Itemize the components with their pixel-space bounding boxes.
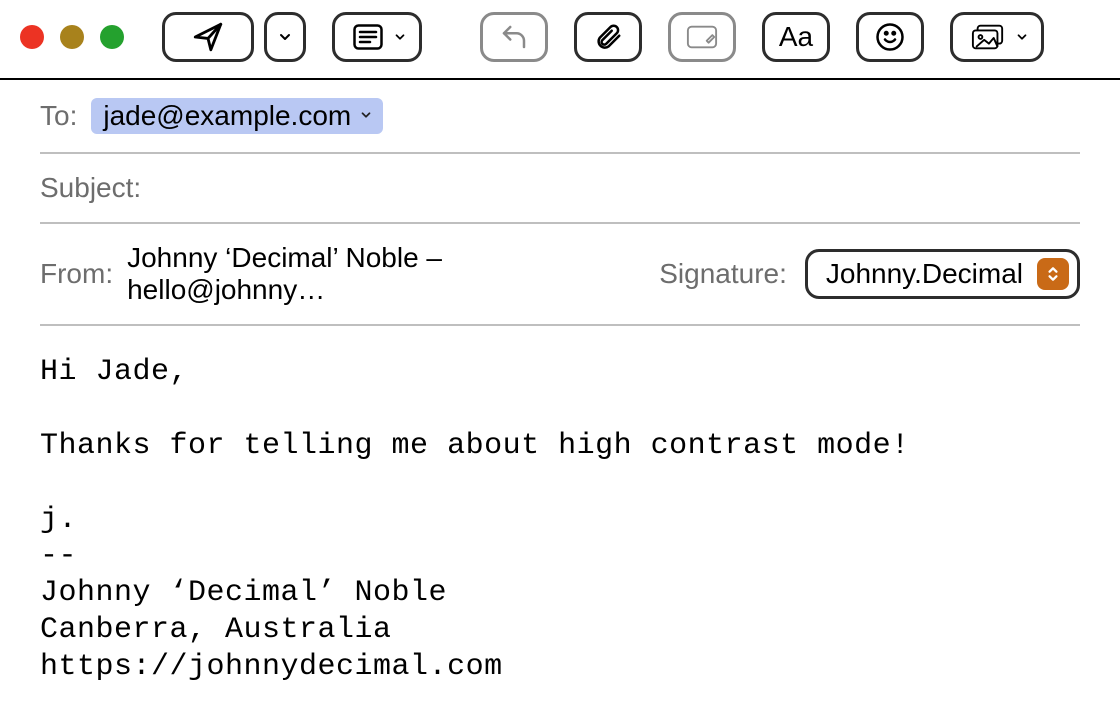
recipient-chip[interactable]: jade@example.com: [91, 98, 383, 134]
reply-button[interactable]: [480, 12, 548, 62]
markup-button[interactable]: [668, 12, 736, 62]
close-window-button[interactable]: [20, 25, 44, 49]
header-fields-button[interactable]: [332, 12, 422, 62]
minimize-window-button[interactable]: [60, 25, 84, 49]
to-label: To:: [40, 100, 77, 132]
toolbar: Aa: [0, 0, 1120, 80]
send-options-button[interactable]: [264, 12, 306, 62]
smile-icon: [875, 22, 905, 52]
chevron-down-icon: [277, 29, 293, 45]
photo-browser-button[interactable]: [950, 12, 1044, 62]
markup-icon: [686, 23, 718, 51]
emoji-button[interactable]: [856, 12, 924, 62]
chevron-down-icon: [393, 30, 407, 44]
list-icon: [353, 24, 383, 50]
from-label: From:: [40, 258, 113, 290]
from-value[interactable]: Johnny ‘Decimal’ Noble – hello@johnny…: [127, 242, 645, 306]
paperclip-icon: [593, 21, 623, 53]
photos-icon: [971, 23, 1005, 51]
chevron-down-icon: [359, 106, 373, 127]
updown-stepper-icon: [1037, 258, 1069, 290]
recipient-email: jade@example.com: [103, 100, 351, 132]
from-row: From: Johnny ‘Decimal’ Noble – hello@joh…: [40, 224, 1080, 326]
signature-label: Signature:: [659, 258, 787, 290]
to-row: To: jade@example.com: [40, 80, 1080, 154]
window-controls: [20, 25, 124, 49]
chevron-down-icon: [1015, 30, 1029, 44]
attach-button[interactable]: [574, 12, 642, 62]
message-headers: To: jade@example.com Subject: From: John…: [0, 80, 1120, 326]
format-button[interactable]: Aa: [762, 12, 830, 62]
paper-plane-icon: [191, 20, 225, 54]
format-text-icon: Aa: [779, 21, 813, 53]
signature-selected: Johnny.Decimal: [826, 258, 1023, 290]
signature-select[interactable]: Johnny.Decimal: [805, 249, 1080, 299]
zoom-window-button[interactable]: [100, 25, 124, 49]
message-body[interactable]: Hi Jade, Thanks for telling me about hig…: [0, 326, 1120, 714]
reply-icon: [498, 22, 530, 52]
send-button[interactable]: [162, 12, 254, 62]
subject-row[interactable]: Subject:: [40, 154, 1080, 224]
subject-label: Subject:: [40, 172, 141, 204]
